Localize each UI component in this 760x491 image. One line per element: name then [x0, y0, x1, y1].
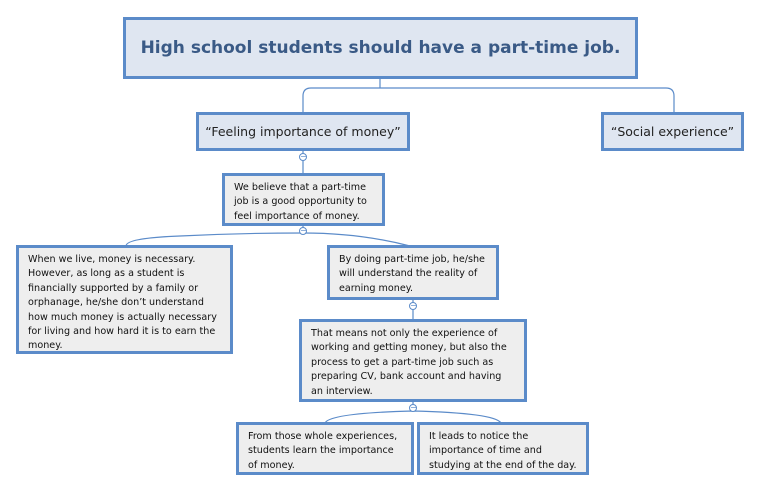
- node-doing-text: By doing part-time job, he/she will unde…: [339, 254, 485, 294]
- collapse-means-icon[interactable]: −: [409, 404, 417, 412]
- branch-feeling-label: “Feeling importance of money”: [205, 124, 401, 139]
- node-means-text: That means not only the experience of wo…: [311, 328, 507, 397]
- node-whole-experiences[interactable]: From those whole experiences, students l…: [236, 422, 414, 475]
- central-topic-title: High school students should have a part-…: [140, 38, 621, 58]
- node-leads-text: It leads to notice the importance of tim…: [429, 431, 577, 471]
- node-that-means[interactable]: That means not only the experience of wo…: [299, 319, 527, 402]
- node-believe-text: We believe that a part-time job is a goo…: [234, 182, 367, 222]
- branch-feeling-importance[interactable]: “Feeling importance of money”: [196, 112, 410, 151]
- collapse-doing-icon[interactable]: −: [409, 302, 417, 310]
- node-whole-text: From those whole experiences, students l…: [248, 431, 398, 471]
- node-live-text: When we live, money is necessary. Howeve…: [28, 254, 217, 352]
- branch-social-label: “Social experience”: [610, 124, 735, 139]
- node-by-doing[interactable]: By doing part-time job, he/she will unde…: [327, 245, 499, 300]
- collapse-feeling-icon[interactable]: −: [299, 153, 307, 161]
- node-leads-to-notice[interactable]: It leads to notice the importance of tim…: [417, 422, 589, 475]
- collapse-believe-icon[interactable]: −: [299, 227, 307, 235]
- node-when-we-live[interactable]: When we live, money is necessary. Howeve…: [16, 245, 233, 354]
- node-believe[interactable]: We believe that a part-time job is a goo…: [222, 173, 385, 226]
- central-topic[interactable]: High school students should have a part-…: [123, 17, 638, 79]
- branch-social-experience[interactable]: “Social experience”: [601, 112, 744, 151]
